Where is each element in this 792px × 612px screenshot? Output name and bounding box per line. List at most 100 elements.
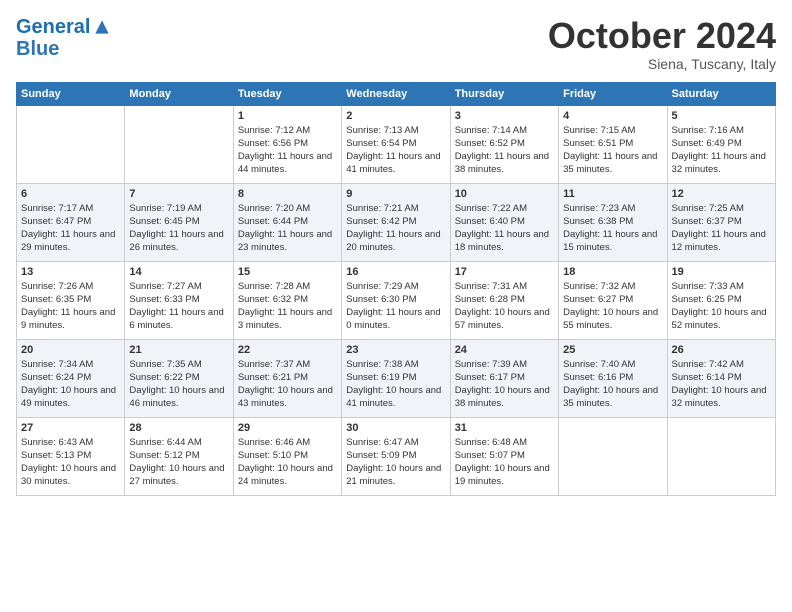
day-cell: 22Sunrise: 7:37 AMSunset: 6:21 PMDayligh… <box>233 339 341 417</box>
day-info: Sunrise: 7:42 AMSunset: 6:14 PMDaylight:… <box>672 358 771 411</box>
title-block: October 2024 Siena, Tuscany, Italy <box>548 16 776 72</box>
day-info: Sunrise: 7:35 AMSunset: 6:22 PMDaylight:… <box>129 358 228 411</box>
day-info: Sunrise: 7:39 AMSunset: 6:17 PMDaylight:… <box>455 358 554 411</box>
day-info: Sunrise: 7:33 AMSunset: 6:25 PMDaylight:… <box>672 280 771 333</box>
day-cell: 26 Sunrise: 7:42 AMSunset: 6:14 PMDayligh… <box>667 339 775 417</box>
day-info: Sunrise: 7:16 AMSunset: 6:49 PMDaylight:… <box>672 124 771 177</box>
day-cell: 20 Sunrise: 7:34 AMSunset: 6:24 PMDayligh… <box>17 339 125 417</box>
day-info: Sunrise: 7:31 AMSunset: 6:28 PMDaylight:… <box>455 280 554 333</box>
day-info: Sunrise: 7:22 AMSunset: 6:40 PMDaylight:… <box>455 202 554 255</box>
day-info: Sunrise: 7:28 AMSunset: 6:32 PMDaylight:… <box>238 280 337 333</box>
day-number: 26 <box>672 344 771 356</box>
day-info: Sunrise: 7:12 AMSunset: 6:56 PMDaylight:… <box>238 124 337 177</box>
day-cell: 25 Sunrise: 7:40 AMSunset: 6:16 PMDayligh… <box>559 339 667 417</box>
day-number: 18 <box>563 266 662 278</box>
day-number: 20 <box>21 344 120 356</box>
day-number: 21 <box>129 344 228 356</box>
day-info: Sunrise: 6:43 AMSunset: 5:13 PMDaylight:… <box>21 436 120 489</box>
day-cell: 3 Sunrise: 7:14 AMSunset: 6:52 PMDaylight… <box>450 105 558 183</box>
day-cell: 19 Sunrise: 7:33 AMSunset: 6:25 PMDayligh… <box>667 261 775 339</box>
week-row-3: 13Sunrise: 7:26 AMSunset: 6:35 PMDayligh… <box>17 261 776 339</box>
day-cell: 9 Sunrise: 7:21 AMSunset: 6:42 PMDaylight… <box>342 183 450 261</box>
day-number: 13 <box>21 266 120 278</box>
week-row-5: 27 Sunrise: 6:43 AMSunset: 5:13 PMDayligh… <box>17 417 776 495</box>
subtitle: Siena, Tuscany, Italy <box>548 56 776 72</box>
col-sunday: Sunday <box>17 82 125 105</box>
day-number: 8 <box>238 188 337 200</box>
col-monday: Monday <box>125 82 233 105</box>
day-cell: 11 Sunrise: 7:23 AMSunset: 6:38 PMDayligh… <box>559 183 667 261</box>
day-info: Sunrise: 6:47 AMSunset: 5:09 PMDaylight:… <box>346 436 445 489</box>
day-cell: 4Sunrise: 7:15 AMSunset: 6:51 PMDaylight… <box>559 105 667 183</box>
logo-icon <box>92 17 112 37</box>
week-row-2: 6 Sunrise: 7:17 AMSunset: 6:47 PMDaylight… <box>17 183 776 261</box>
day-number: 31 <box>455 422 554 434</box>
day-info: Sunrise: 7:25 AMSunset: 6:37 PMDaylight:… <box>672 202 771 255</box>
day-cell: 23 Sunrise: 7:38 AMSunset: 6:19 PMDayligh… <box>342 339 450 417</box>
day-number: 11 <box>563 188 662 200</box>
col-tuesday: Tuesday <box>233 82 341 105</box>
day-cell: 12 Sunrise: 7:25 AMSunset: 6:37 PMDayligh… <box>667 183 775 261</box>
day-number: 5 <box>672 110 771 122</box>
day-number: 2 <box>346 110 445 122</box>
day-info: Sunrise: 7:21 AMSunset: 6:42 PMDaylight:… <box>346 202 445 255</box>
day-info: Sunrise: 6:46 AMSunset: 5:10 PMDaylight:… <box>238 436 337 489</box>
day-number: 29 <box>238 422 337 434</box>
day-info: Sunrise: 7:38 AMSunset: 6:19 PMDaylight:… <box>346 358 445 411</box>
day-number: 15 <box>238 266 337 278</box>
day-info: Sunrise: 7:23 AMSunset: 6:38 PMDaylight:… <box>563 202 662 255</box>
day-cell <box>125 105 233 183</box>
day-cell <box>559 417 667 495</box>
day-number: 4 <box>563 110 662 122</box>
day-cell: 6 Sunrise: 7:17 AMSunset: 6:47 PMDaylight… <box>17 183 125 261</box>
day-cell: 18Sunrise: 7:32 AMSunset: 6:27 PMDayligh… <box>559 261 667 339</box>
day-number: 17 <box>455 266 554 278</box>
day-number: 12 <box>672 188 771 200</box>
day-cell: 8Sunrise: 7:20 AMSunset: 6:44 PMDaylight… <box>233 183 341 261</box>
day-number: 6 <box>21 188 120 200</box>
day-cell: 24 Sunrise: 7:39 AMSunset: 6:17 PMDayligh… <box>450 339 558 417</box>
day-number: 3 <box>455 110 554 122</box>
week-row-1: 1 Sunrise: 7:12 AMSunset: 6:56 PMDaylight… <box>17 105 776 183</box>
day-number: 16 <box>346 266 445 278</box>
day-cell: 10 Sunrise: 7:22 AMSunset: 6:40 PMDayligh… <box>450 183 558 261</box>
col-wednesday: Wednesday <box>342 82 450 105</box>
day-cell: 14 Sunrise: 7:27 AMSunset: 6:33 PMDayligh… <box>125 261 233 339</box>
day-info: Sunrise: 7:34 AMSunset: 6:24 PMDaylight:… <box>21 358 120 411</box>
day-number: 7 <box>129 188 228 200</box>
day-number: 22 <box>238 344 337 356</box>
day-number: 23 <box>346 344 445 356</box>
day-info: Sunrise: 7:17 AMSunset: 6:47 PMDaylight:… <box>21 202 120 255</box>
day-cell: 29 Sunrise: 6:46 AMSunset: 5:10 PMDayligh… <box>233 417 341 495</box>
month-title: October 2024 <box>548 16 776 56</box>
day-number: 25 <box>563 344 662 356</box>
day-cell <box>667 417 775 495</box>
day-number: 1 <box>238 110 337 122</box>
day-cell <box>17 105 125 183</box>
day-cell: 28Sunrise: 6:44 AMSunset: 5:12 PMDayligh… <box>125 417 233 495</box>
day-cell: 27 Sunrise: 6:43 AMSunset: 5:13 PMDayligh… <box>17 417 125 495</box>
day-info: Sunrise: 7:19 AMSunset: 6:45 PMDaylight:… <box>129 202 228 255</box>
logo-text: General <box>16 16 90 38</box>
logo-line2: Blue <box>16 38 112 60</box>
day-number: 14 <box>129 266 228 278</box>
header-row: Sunday Monday Tuesday Wednesday Thursday… <box>17 82 776 105</box>
day-info: Sunrise: 7:13 AMSunset: 6:54 PMDaylight:… <box>346 124 445 177</box>
day-cell: 21 Sunrise: 7:35 AMSunset: 6:22 PMDayligh… <box>125 339 233 417</box>
day-info: Sunrise: 7:14 AMSunset: 6:52 PMDaylight:… <box>455 124 554 177</box>
col-saturday: Saturday <box>667 82 775 105</box>
day-cell: 16Sunrise: 7:29 AMSunset: 6:30 PMDayligh… <box>342 261 450 339</box>
day-cell: 1 Sunrise: 7:12 AMSunset: 6:56 PMDaylight… <box>233 105 341 183</box>
day-number: 24 <box>455 344 554 356</box>
day-info: Sunrise: 7:40 AMSunset: 6:16 PMDaylight:… <box>563 358 662 411</box>
week-row-4: 20 Sunrise: 7:34 AMSunset: 6:24 PMDayligh… <box>17 339 776 417</box>
day-number: 28 <box>129 422 228 434</box>
day-number: 10 <box>455 188 554 200</box>
day-cell: 15 Sunrise: 7:28 AMSunset: 6:32 PMDayligh… <box>233 261 341 339</box>
day-number: 30 <box>346 422 445 434</box>
day-number: 27 <box>21 422 120 434</box>
day-number: 19 <box>672 266 771 278</box>
day-info: Sunrise: 7:27 AMSunset: 6:33 PMDaylight:… <box>129 280 228 333</box>
day-cell: 17 Sunrise: 7:31 AMSunset: 6:28 PMDayligh… <box>450 261 558 339</box>
day-number: 9 <box>346 188 445 200</box>
